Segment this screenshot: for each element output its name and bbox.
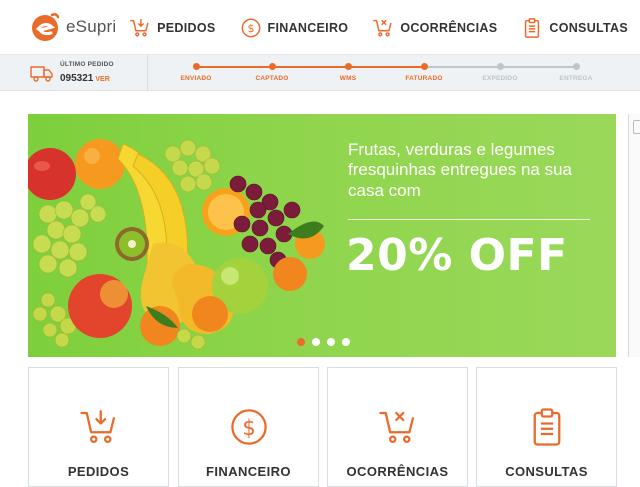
- promo-banner[interactable]: Frutas, verduras e legumes fresquinhas e…: [28, 114, 616, 357]
- last-order[interactable]: ÚLTIMO PEDIDO 095321 VER: [0, 55, 148, 91]
- progress-step-dot: [268, 63, 276, 70]
- order-progress-tracker: ENVIADO CAPTADO WMS FATURADO EXPEDIDO ENTREGA: [148, 55, 640, 91]
- cart-download-icon: [79, 410, 115, 444]
- card-ocorrencias-label: OCORRÊNCIAS: [346, 464, 449, 479]
- last-order-number: 095321: [60, 72, 94, 84]
- card-consultas[interactable]: CONSULTAS: [476, 367, 617, 487]
- side-panel-toggle[interactable]: [633, 120, 640, 134]
- dollar-circle-icon: $: [230, 409, 267, 445]
- nav-financeiro[interactable]: $ FINANCEIRO: [228, 0, 361, 55]
- progress-step-dot: [420, 63, 428, 70]
- progress-step-label: FATURADO: [405, 75, 443, 82]
- view-order-link[interactable]: VER: [95, 76, 109, 83]
- nav-consultas-label: CONSULTAS: [549, 20, 628, 35]
- progress-step: CAPTADO: [237, 62, 307, 82]
- cart-x-icon: [373, 19, 392, 37]
- nav-ocorrencias-label: OCORRÊNCIAS: [400, 20, 498, 35]
- banner-divider: [348, 219, 590, 220]
- cart-x-icon: [378, 411, 414, 444]
- dollar-circle-icon: $: [241, 18, 260, 37]
- carousel-dots: [297, 338, 350, 346]
- shortcut-cards: PEDIDOS $ FINANCEIRO OCORRÊNCIAS CONSULT…: [28, 367, 640, 487]
- main-nav: PEDIDOS $ FINANCEIRO OCORRÊNCIAS CONSULT…: [117, 0, 640, 55]
- carousel-dot[interactable]: [327, 338, 335, 346]
- logo-text: eSupri: [66, 17, 117, 36]
- esupri-logo-icon: [32, 13, 60, 41]
- order-status-bar: ÚLTIMO PEDIDO 095321 VER ENVIADO CAPTADO WM…: [0, 55, 640, 91]
- last-order-text: ÚLTIMO PEDIDO 095321 VER: [60, 61, 114, 86]
- progress-step-label: ENVIADO: [180, 75, 212, 82]
- last-order-label: ÚLTIMO PEDIDO: [60, 60, 114, 68]
- cart-download-icon: [130, 18, 149, 37]
- progress-step: ENTREGA: [541, 62, 611, 82]
- progress-step-label: WMS: [339, 75, 357, 82]
- fruits-image: [28, 139, 325, 350]
- top-header: eSupri PEDIDOS $ FINANCEIRO OCORRÊNCIAS: [0, 0, 640, 55]
- card-financeiro-label: FINANCEIRO: [206, 464, 291, 479]
- carousel-dot[interactable]: [312, 338, 320, 346]
- card-financeiro[interactable]: $ FINANCEIRO: [178, 367, 319, 487]
- card-consultas-label: CONSULTAS: [505, 464, 588, 479]
- progress-step: EXPEDIDO: [465, 62, 535, 82]
- card-pedidos[interactable]: PEDIDOS: [28, 367, 169, 487]
- progress-step-label: ENTREGA: [559, 75, 593, 82]
- progress-step-dot: [572, 63, 580, 70]
- progress-step: WMS: [313, 62, 383, 82]
- progress-step-dot: [496, 63, 504, 70]
- card-ocorrencias[interactable]: OCORRÊNCIAS: [327, 367, 468, 487]
- nav-financeiro-label: FINANCEIRO: [267, 20, 349, 35]
- svg-text:$: $: [242, 416, 255, 440]
- banner-headline: Frutas, verduras e legumes fresquinhas e…: [348, 140, 572, 200]
- nav-pedidos[interactable]: PEDIDOS: [117, 0, 227, 55]
- progress-step-dot: [344, 63, 352, 70]
- progress-step-label: EXPEDIDO: [482, 75, 518, 82]
- progress-step: ENVIADO: [161, 62, 231, 82]
- clipboard-icon: [525, 17, 540, 38]
- banner-offer: 20% OFF: [346, 230, 568, 281]
- side-panel-edge[interactable]: [628, 114, 640, 357]
- truck-icon: [30, 66, 53, 82]
- progress-step-dot: [192, 63, 200, 70]
- carousel-dot[interactable]: [342, 338, 350, 346]
- progress-step-label: CAPTADO: [255, 75, 289, 82]
- progress-step: FATURADO: [389, 62, 459, 82]
- logo[interactable]: eSupri: [28, 10, 116, 44]
- nav-consultas[interactable]: CONSULTAS: [509, 0, 640, 55]
- carousel-dot[interactable]: [297, 338, 305, 346]
- nav-pedidos-label: PEDIDOS: [157, 20, 216, 35]
- svg-text:$: $: [247, 22, 254, 35]
- nav-ocorrencias[interactable]: OCORRÊNCIAS: [360, 0, 509, 55]
- card-pedidos-label: PEDIDOS: [67, 464, 130, 479]
- clipboard-icon: [533, 408, 560, 446]
